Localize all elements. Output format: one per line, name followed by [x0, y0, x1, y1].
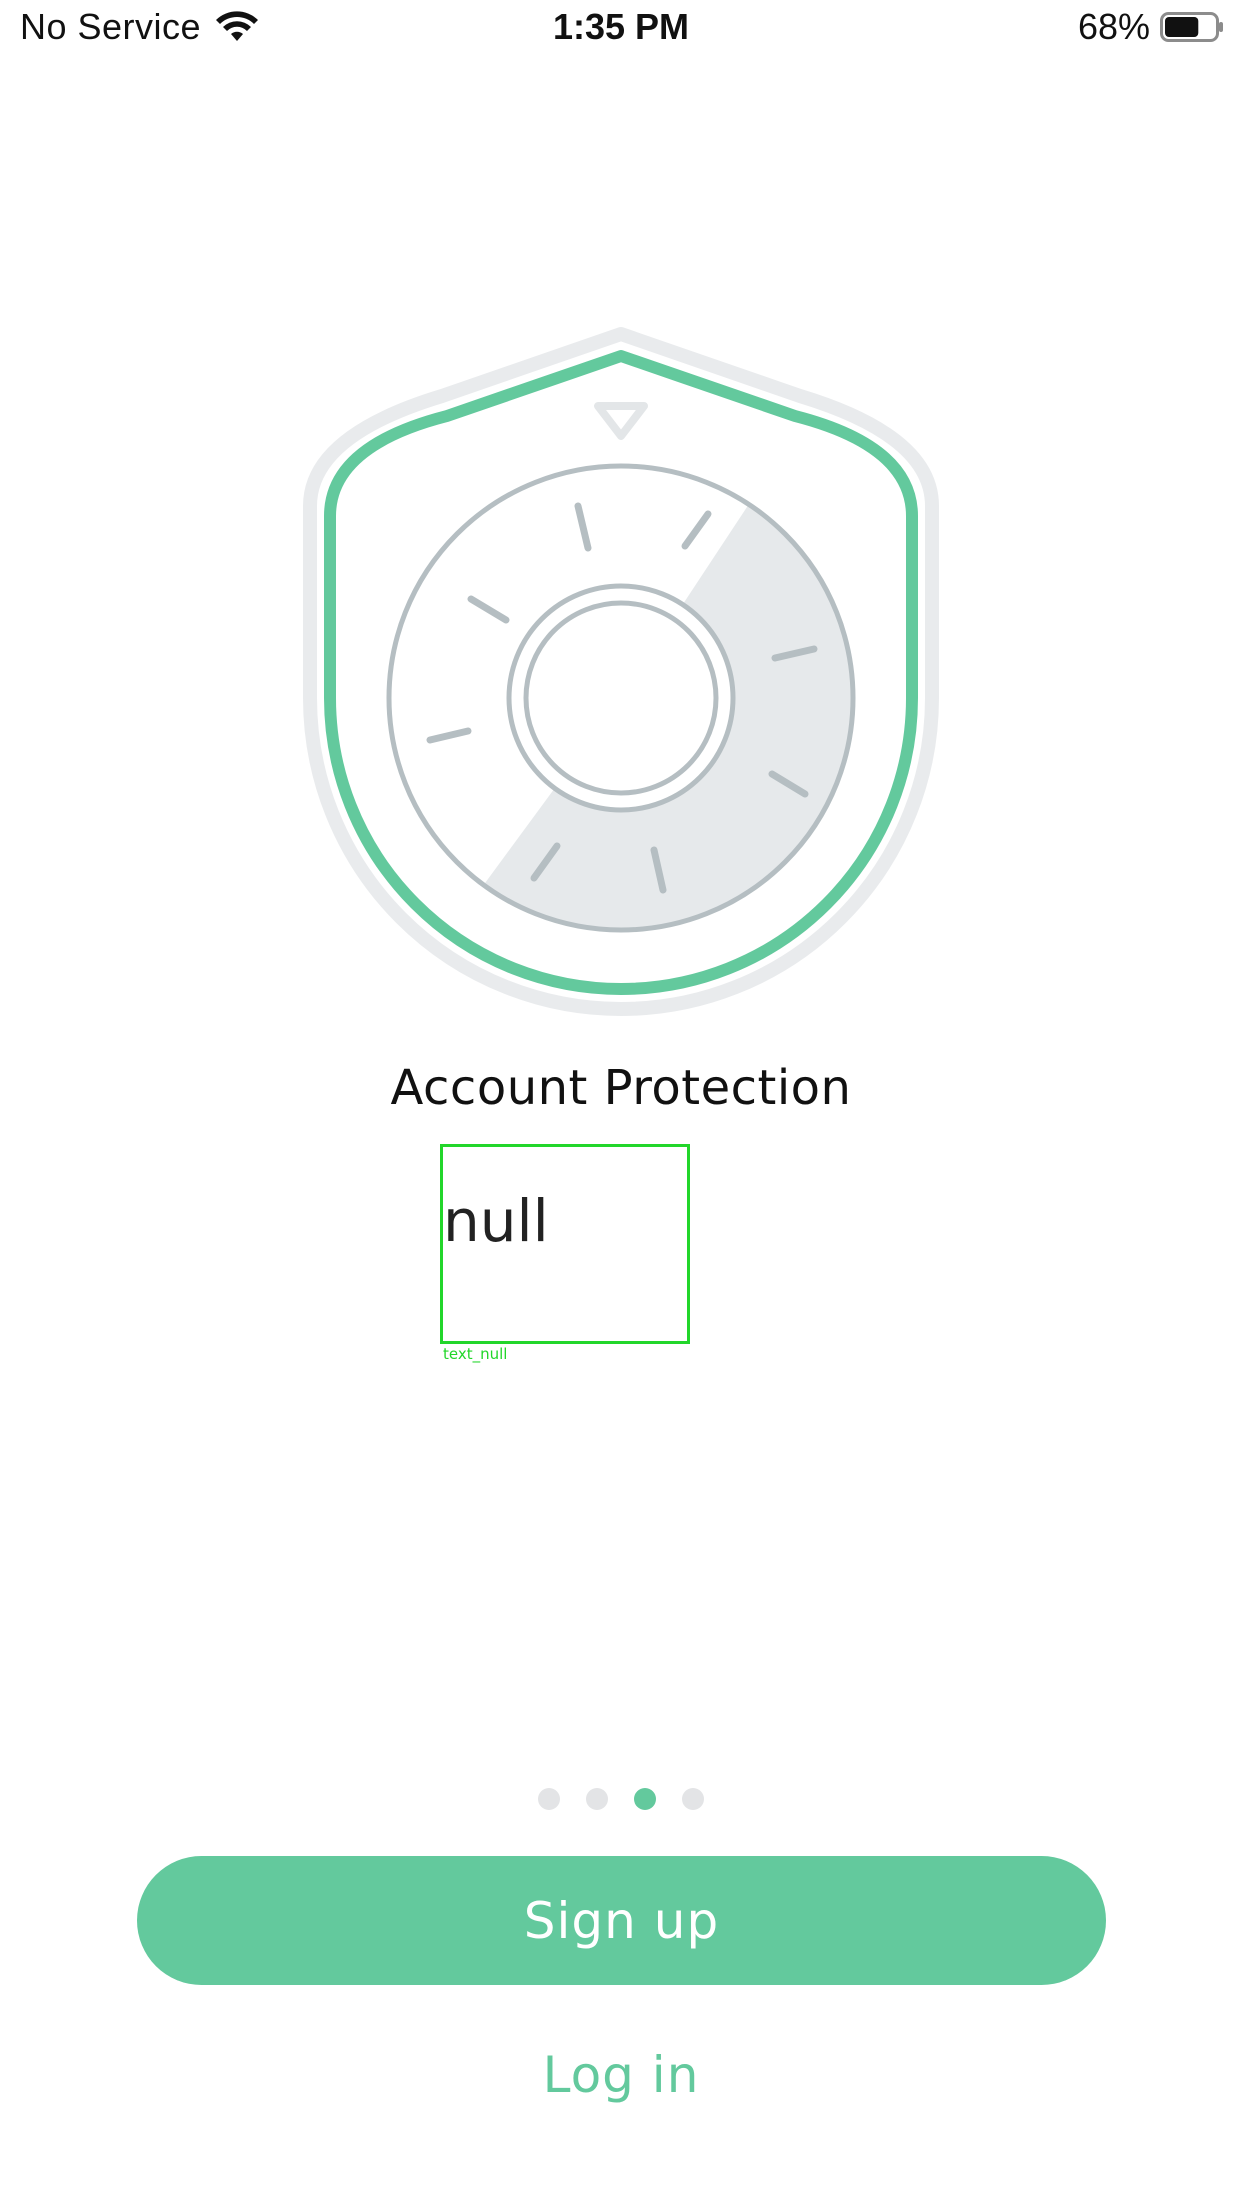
status-bar: No Service 1:35 PM 68%: [0, 0, 1242, 64]
subtitle-overlay-caption: text_null: [443, 1345, 508, 1363]
status-right: 68%: [1078, 6, 1224, 48]
page-dot[interactable]: [538, 1788, 560, 1810]
subtitle-text: null: [443, 1187, 549, 1255]
page-indicator[interactable]: [0, 1788, 1242, 1810]
log-in-link[interactable]: Log in: [0, 2046, 1242, 2104]
page-title: Account Protection: [390, 1060, 852, 1116]
page-dot[interactable]: [682, 1788, 704, 1810]
subtitle-bounding-box: null text_null: [440, 1144, 690, 1363]
page-dot[interactable]: [586, 1788, 608, 1810]
battery-percent: 68%: [1077, 6, 1150, 47]
sign-up-button[interactable]: Sign up: [137, 1856, 1106, 1985]
page-dot[interactable]: [634, 1788, 656, 1810]
status-time: 1:35 PM: [552, 6, 690, 47]
shield-safe-dial-icon: [303, 327, 939, 1016]
battery-icon: [1160, 12, 1223, 42]
